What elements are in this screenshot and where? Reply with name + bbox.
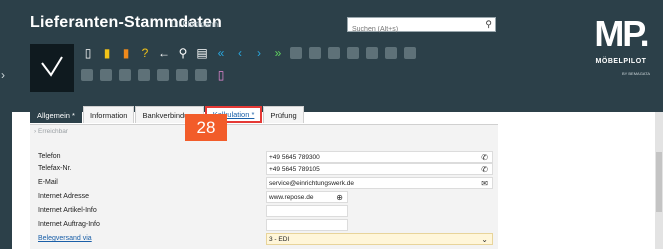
field-value: +49 5645 789300 (269, 153, 320, 161)
field-label: Internet Adresse (38, 193, 89, 200)
input-field[interactable]: service@einrichtungswerk.de ✉ (266, 177, 493, 189)
input-field[interactable] (266, 219, 348, 231)
field-label: Telefax-Nr. (38, 165, 72, 172)
globe-icon[interactable]: ⊕ (336, 193, 343, 202)
chevron-down-icon[interactable]: ⌄ (481, 235, 488, 244)
input-field[interactable] (266, 205, 348, 217)
back-icon[interactable]: ← (157, 46, 171, 60)
search-icon[interactable]: ⚲ (176, 46, 190, 60)
tab-information[interactable]: Information (82, 106, 135, 123)
field-label: Internet Auftrag-Info (38, 221, 100, 228)
search-input[interactable] (348, 23, 476, 36)
side-panel-toggle[interactable]: › (0, 0, 12, 249)
bookmark-document-icon[interactable]: ▮ (100, 46, 114, 60)
select-field[interactable]: 3 - EDI ⌄ (266, 233, 493, 245)
chart-icon[interactable] (385, 47, 397, 59)
group-header[interactable]: › Erreichbar (34, 128, 68, 135)
tab-allgemein[interactable]: Allgemein * (30, 106, 82, 123)
field-label: Internet Artikel-Info (38, 207, 97, 214)
last-record-icon[interactable]: » (271, 46, 285, 60)
delete-bin-icon[interactable]: ▮ (119, 46, 133, 60)
field-value: service@einrichtungswerk.de (269, 179, 354, 187)
field-value: +49 5645 789105 (269, 165, 320, 173)
scrollbar[interactable] (655, 112, 663, 249)
header-bar: Lieferanten-Stammdaten Uli Flottmann ⚲ ▯… (0, 0, 663, 112)
chevron-right-icon: › (34, 128, 37, 135)
document-lock-icon[interactable] (328, 47, 340, 59)
field-label: E-Mail (38, 179, 58, 186)
print-icon[interactable]: ▤ (195, 46, 209, 60)
input-field[interactable]: +49 5645 789105 ✆ (266, 163, 493, 175)
document-icon[interactable] (366, 47, 378, 59)
next-record-icon[interactable]: › (252, 46, 266, 60)
input-field[interactable]: +49 5645 789300 ✆ (266, 151, 493, 163)
group-label: Erreichbar (37, 128, 68, 135)
email-icon[interactable]: ✉ (481, 179, 488, 188)
step-badge: 28 (185, 114, 227, 141)
search-icon[interactable]: ⚲ (485, 19, 492, 30)
save-check-button[interactable] (30, 44, 74, 92)
report-icon[interactable] (404, 47, 416, 59)
car-icon[interactable] (309, 47, 321, 59)
form-panel: › Erreichbar Telefon +49 5645 789300 ✆ Tele… (30, 124, 498, 249)
grid-icon[interactable] (81, 69, 93, 81)
mail-icon[interactable] (119, 69, 131, 81)
phone-icon[interactable]: ✆ (481, 165, 488, 174)
folder-icon[interactable] (290, 47, 302, 59)
logo-subtitle: BY BEMAGATA (621, 71, 650, 76)
field-label: Telefon (38, 153, 61, 160)
scrollbar-thumb[interactable] (656, 152, 662, 212)
field-value: 3 - EDI (269, 235, 290, 243)
logo: MP. MÖBELPILOT BY BEMAGATA (588, 14, 654, 94)
field-label[interactable]: Belegversand via (38, 235, 92, 242)
document-pink-icon[interactable]: ▯ (214, 68, 228, 82)
chevron-right-icon: › (1, 68, 5, 82)
first-record-icon[interactable]: « (214, 46, 228, 60)
truck-icon[interactable] (138, 69, 150, 81)
refresh-icon[interactable] (157, 69, 169, 81)
previous-record-icon[interactable]: ‹ (233, 46, 247, 60)
logo-mark: MP. (594, 13, 649, 54)
tab-prüfung[interactable]: Prüfung (263, 106, 304, 123)
tab-bar: Allgemein * Information Bankverbindung Kalk… (30, 106, 305, 123)
field-value: www.repose.de (269, 193, 314, 201)
phone-icon[interactable]: ✆ (481, 153, 488, 162)
help-icon[interactable]: ? (138, 46, 152, 60)
input-field[interactable]: www.repose.de ⊕ (266, 191, 348, 203)
checkmark-icon (41, 56, 63, 77)
user-icon[interactable] (176, 69, 188, 81)
logo-name: MÖBELPILOT (595, 58, 647, 65)
search-box[interactable]: ⚲ (347, 17, 496, 36)
user-name: Uli Flottmann (171, 20, 219, 29)
app-window: Lieferanten-Stammdaten Uli Flottmann ⚲ ▯… (0, 0, 663, 249)
calendar-icon[interactable] (100, 69, 112, 81)
tag-icon[interactable] (347, 47, 359, 59)
document-icon[interactable] (195, 69, 207, 81)
new-document-icon[interactable]: ▯ (81, 46, 95, 60)
